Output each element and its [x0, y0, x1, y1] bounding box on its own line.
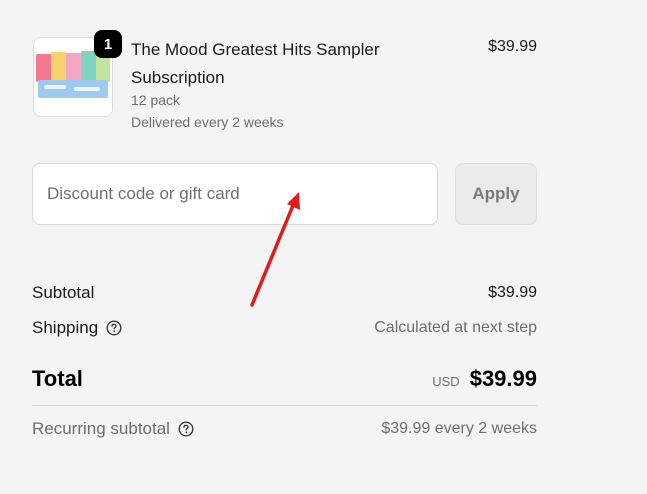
total-currency: USD	[432, 374, 460, 389]
recurring-subtotal-value: $39.99 every 2 weeks	[381, 420, 537, 437]
apply-discount-button[interactable]: Apply	[455, 163, 537, 225]
discount-code-input[interactable]	[32, 163, 438, 225]
subtotal-value: $39.99	[488, 284, 537, 301]
total-amount: $39.99	[469, 366, 537, 391]
product-variant: 12 pack	[131, 92, 181, 108]
shipping-label: Shipping	[32, 318, 122, 338]
total-value: USD $39.99	[432, 366, 537, 392]
question-circle-icon[interactable]	[178, 421, 194, 437]
product-price: $39.99	[488, 38, 537, 55]
subtotal-label: Subtotal	[32, 283, 94, 303]
total-label: Total	[32, 366, 83, 391]
question-circle-icon[interactable]	[106, 320, 122, 336]
product-delivery-frequency: Delivered every 2 weeks	[131, 114, 284, 130]
product-title: The Mood Greatest Hits Sampler Subscript…	[131, 40, 380, 87]
subtotal-label-text: Subtotal	[32, 283, 95, 302]
quantity-badge: 1	[94, 30, 122, 58]
recurring-subtotal-label-text: Recurring subtotal	[32, 419, 170, 438]
shipping-label-text: Shipping	[32, 318, 99, 337]
recurring-subtotal-label: Recurring subtotal	[32, 419, 194, 439]
divider	[32, 405, 537, 406]
shipping-value: Calculated at next step	[374, 319, 537, 336]
